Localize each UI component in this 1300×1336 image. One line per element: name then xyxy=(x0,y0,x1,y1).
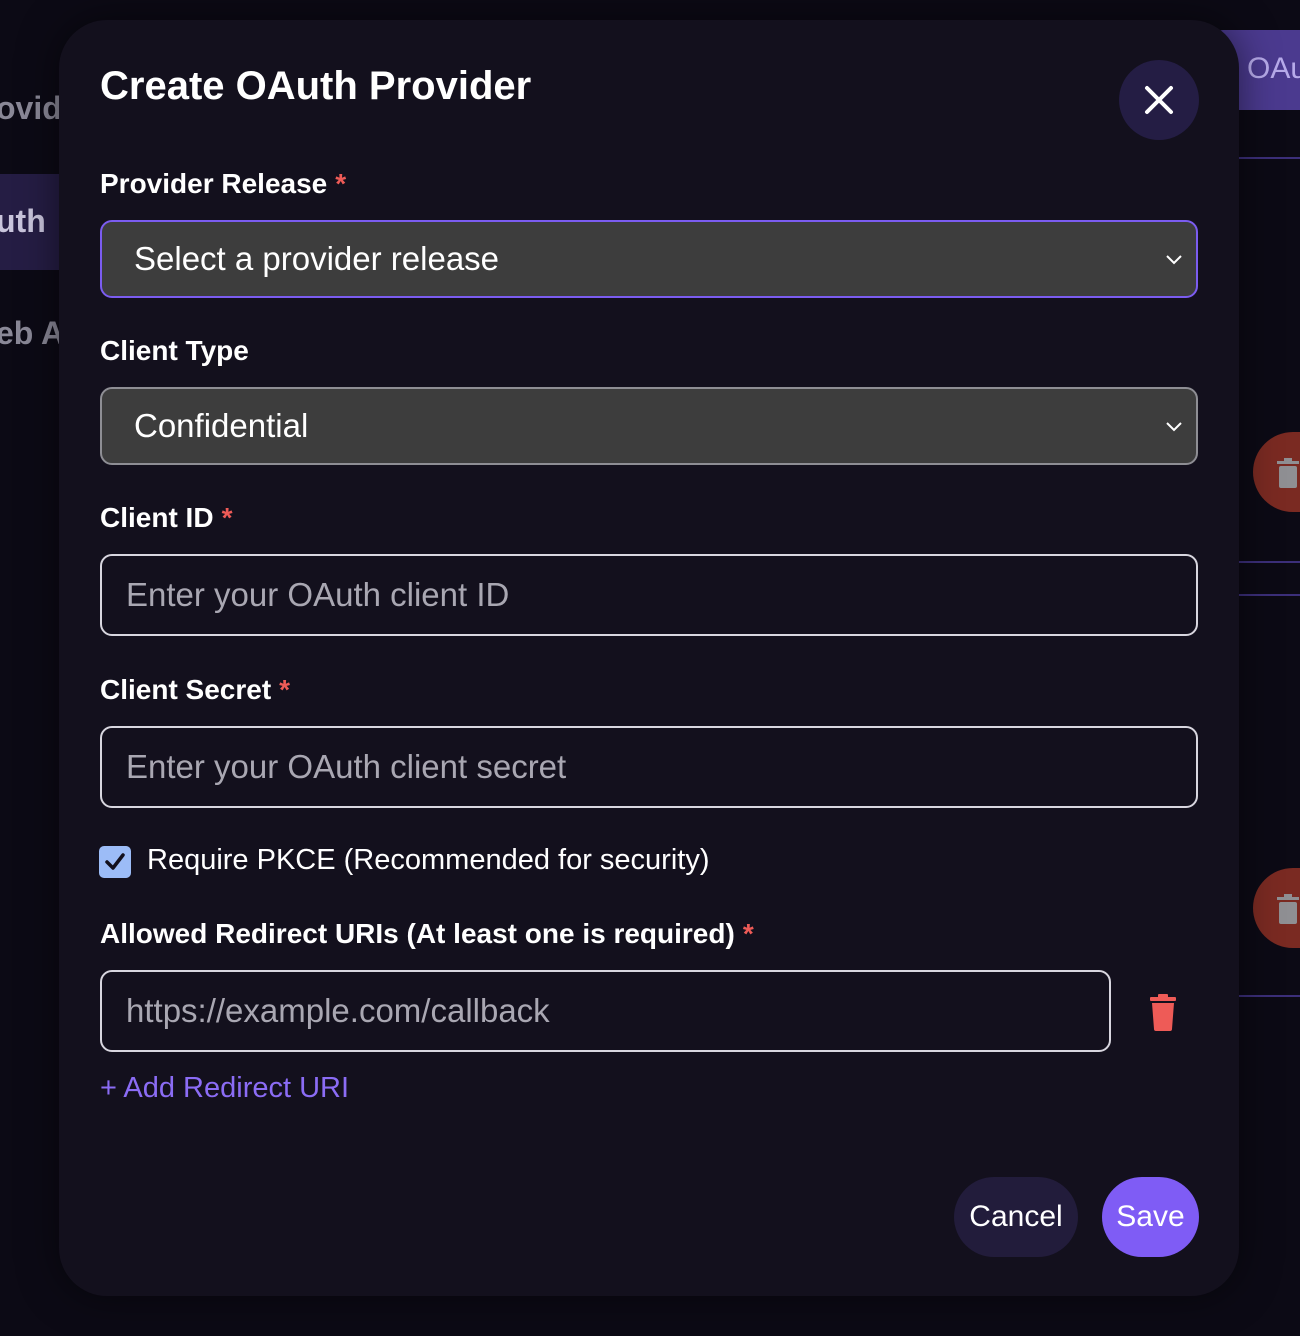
client-secret-label-text: Client Secret xyxy=(100,674,272,705)
pkce-checkbox[interactable] xyxy=(99,846,131,878)
client-id-label-text: Client ID xyxy=(100,502,214,533)
background-divider xyxy=(1238,561,1300,563)
background-header-button-label: l OAu xyxy=(1232,52,1300,85)
redirect-uris-label-text: Allowed Redirect URIs (At least one is r… xyxy=(100,918,735,949)
trash-icon xyxy=(1277,894,1299,924)
background-delete-button xyxy=(1253,868,1300,948)
background-divider xyxy=(1238,995,1300,997)
add-redirect-uri-link[interactable]: + Add Redirect URI xyxy=(100,1072,349,1105)
background-divider xyxy=(1238,157,1300,159)
checkmark-icon xyxy=(105,853,125,870)
cancel-button[interactable]: Cancel xyxy=(954,1177,1078,1257)
trash-icon xyxy=(1150,994,1176,1031)
create-oauth-provider-modal: Create OAuth Provider Provider Release * … xyxy=(59,20,1239,1296)
pkce-label[interactable]: Require PKCE (Recommended for security) xyxy=(147,844,709,877)
chevron-down-icon xyxy=(1166,255,1182,265)
provider-release-select[interactable]: Select a provider release xyxy=(100,220,1198,298)
client-type-selected-value: Confidential xyxy=(134,407,309,444)
client-id-input[interactable] xyxy=(100,554,1198,636)
remove-redirect-uri-button[interactable] xyxy=(1145,992,1181,1036)
client-type-select[interactable]: Confidential xyxy=(100,387,1198,465)
close-button[interactable] xyxy=(1119,60,1199,140)
trash-icon xyxy=(1277,458,1299,488)
modal-title: Create OAuth Provider xyxy=(100,64,532,108)
client-type-label: Client Type xyxy=(100,335,249,367)
redirect-uris-label: Allowed Redirect URIs (At least one is r… xyxy=(100,918,754,950)
client-type-label-text: Client Type xyxy=(100,335,249,366)
redirect-uri-input[interactable] xyxy=(100,970,1111,1052)
provider-release-selected-value: Select a provider release xyxy=(134,240,500,277)
background-delete-button xyxy=(1253,432,1300,512)
required-marker: * xyxy=(279,674,291,705)
required-marker: * xyxy=(742,918,754,949)
background-sidebar-text: eb A xyxy=(0,315,65,351)
client-secret-input[interactable] xyxy=(100,726,1198,808)
background-sidebar-text: uth xyxy=(0,203,46,239)
required-marker: * xyxy=(335,168,347,199)
client-id-label: Client ID * xyxy=(100,502,232,534)
required-marker: * xyxy=(221,502,233,533)
close-icon xyxy=(1145,86,1173,114)
background-divider xyxy=(1238,594,1300,596)
provider-release-label-text: Provider Release xyxy=(100,168,328,199)
client-secret-label: Client Secret * xyxy=(100,674,290,706)
save-button[interactable]: Save xyxy=(1102,1177,1199,1257)
chevron-down-icon xyxy=(1166,422,1182,432)
provider-release-label: Provider Release * xyxy=(100,168,346,200)
